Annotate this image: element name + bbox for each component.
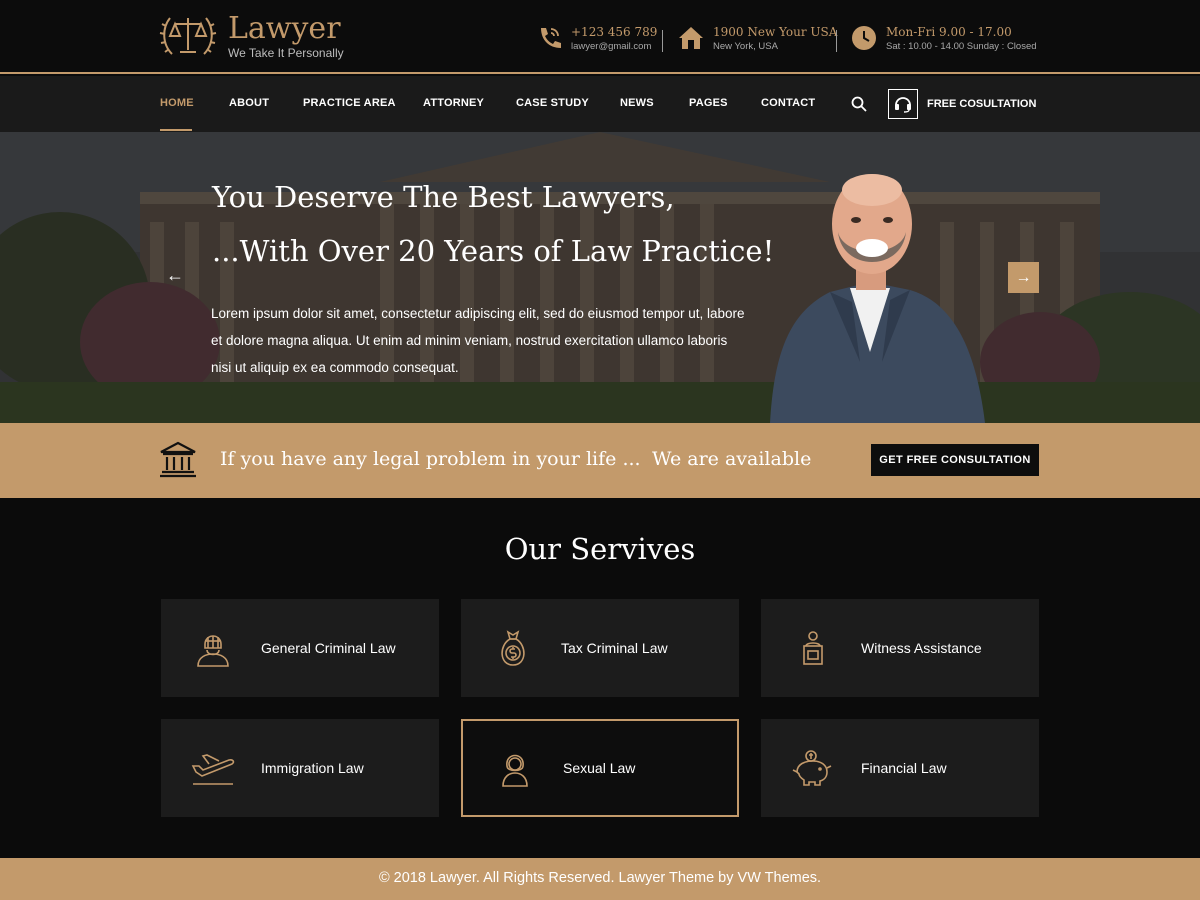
service-label: Tax Criminal Law: [561, 640, 668, 656]
money-bag-icon: [489, 624, 537, 672]
hero-slider: ← → You Deserve The Best Lawyers, ...Wit…: [0, 132, 1200, 423]
nav-case-study[interactable]: CASE STUDY: [516, 97, 589, 109]
hero-title-line1: You Deserve The Best Lawyers,: [212, 180, 675, 214]
address-city: New York, USA: [713, 41, 778, 52]
hero-description: Lorem ipsum dolor sit amet, consectetur …: [211, 306, 745, 375]
hours-weekday: Mon-Fri 9.00 - 17.00: [886, 25, 1012, 39]
lawyer-photo: [770, 174, 985, 423]
get-free-consultation-button[interactable]: GET FREE CONSULTATION: [871, 444, 1039, 476]
clock-icon: [852, 26, 876, 50]
main-nav: HOME ABOUT PRACTICE AREA ATTORNEY CASE S…: [0, 76, 1200, 132]
top-header: Lawyer We Take It Personally +123 456 78…: [0, 0, 1200, 74]
banner-availability: We are available: [652, 448, 812, 470]
services-title: Our Servives: [504, 532, 696, 566]
courthouse-icon: [160, 441, 196, 478]
contact-hours: Mon-Fri 9.00 - 17.00 Sat : 10.00 - 14.00…: [850, 24, 1037, 54]
home-icon: [679, 27, 703, 49]
service-label: General Criminal Law: [261, 640, 396, 656]
hours-weekend: Sat : 10.00 - 14.00 Sunday : Closed: [886, 41, 1037, 52]
divider: [836, 30, 837, 52]
service-label: Witness Assistance: [861, 640, 982, 656]
service-card-immigration-law[interactable]: Immigration Law: [161, 719, 439, 817]
woman-icon: [491, 744, 539, 792]
banner-message: If you have any legal problem in your li…: [220, 448, 641, 470]
phone-icon: [541, 28, 561, 48]
headset-icon: [895, 97, 911, 113]
criminal-icon: [189, 624, 237, 672]
contact-phone: +123 456 789 lawyer@gmail.com: [535, 24, 657, 54]
consultation-banner: If you have any legal problem in your li…: [0, 423, 1200, 498]
email-address[interactable]: lawyer@gmail.com: [571, 40, 657, 54]
nav-attorney[interactable]: ATTORNEY: [423, 97, 484, 109]
search-icon[interactable]: [851, 96, 867, 112]
service-label: Financial Law: [861, 760, 947, 776]
phone-number[interactable]: +123 456 789: [571, 24, 657, 40]
nav-contact[interactable]: CONTACT: [761, 97, 815, 109]
nav-news[interactable]: NEWS: [620, 97, 654, 109]
scales-laurel-icon: [159, 17, 217, 55]
logo[interactable]: Lawyer We Take It Personally: [158, 10, 344, 62]
airplane-icon: [189, 744, 237, 792]
free-consultation-link[interactable]: FREE COSULTATION: [927, 98, 1036, 110]
service-card-sexual-law[interactable]: Sexual Law: [461, 719, 739, 817]
service-label: Immigration Law: [261, 760, 364, 776]
service-card-financial-law[interactable]: Financial Law: [761, 719, 1039, 817]
hero-title-line2: ...With Over 20 Years of Law Practice!: [212, 234, 775, 268]
divider: [662, 30, 663, 52]
slider-prev-button[interactable]: ←: [166, 265, 184, 286]
slider-next-button[interactable]: →: [1008, 262, 1039, 293]
brand-tagline: We Take It Personally: [228, 45, 344, 60]
nav-practice-area[interactable]: PRACTICE AREA: [303, 97, 396, 109]
service-label: Sexual Law: [563, 760, 636, 776]
contact-address: 1900 New Your USA New York, USA: [677, 24, 837, 54]
nav-pages[interactable]: PAGES: [689, 97, 728, 109]
active-indicator: [160, 129, 192, 131]
service-card-tax-criminal-law[interactable]: Tax Criminal Law: [461, 599, 739, 697]
address-line: 1900 New Your USA: [713, 25, 838, 39]
headset-button[interactable]: [888, 89, 918, 119]
witness-icon: [789, 624, 837, 672]
nav-home[interactable]: HOME: [160, 97, 194, 109]
service-card-general-criminal-law[interactable]: General Criminal Law: [161, 599, 439, 697]
service-card-witness-assistance[interactable]: Witness Assistance: [761, 599, 1039, 697]
piggy-bank-icon: [789, 744, 837, 792]
nav-about[interactable]: ABOUT: [229, 97, 269, 109]
brand-title: Lawyer: [228, 10, 341, 46]
footer-copyright: © 2018 Lawyer. All Rights Reserved. Lawy…: [0, 858, 1200, 900]
